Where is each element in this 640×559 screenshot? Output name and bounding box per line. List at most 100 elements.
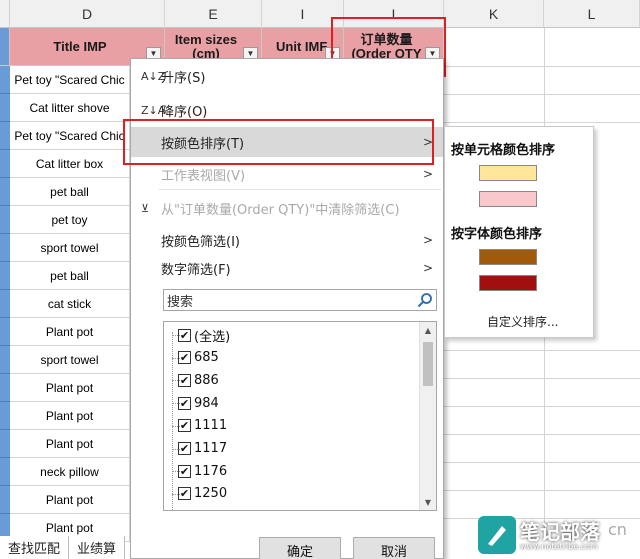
- filter-value-label: 1318: [194, 509, 227, 510]
- sheet-tabs: 查找匹配 业绩算: [0, 536, 126, 559]
- filter-value-item[interactable]: ✔ 1111: [172, 415, 227, 437]
- table-cell[interactable]: Plant pot: [10, 318, 130, 346]
- row-header[interactable]: [0, 430, 10, 458]
- tree-tick: [172, 357, 180, 359]
- watermark-url: www.notetribe.com: [520, 542, 598, 551]
- column-header-k[interactable]: K: [444, 0, 544, 28]
- row-header[interactable]: [0, 94, 10, 122]
- tree-line: [172, 332, 173, 510]
- table-cell[interactable]: neck pillow: [10, 458, 130, 486]
- table-cell[interactable]: Cat litter box: [10, 150, 130, 178]
- row-header[interactable]: [0, 122, 10, 150]
- tree-tick: [172, 403, 180, 405]
- menu-sheet-view-label: 工作表视图(V): [161, 168, 246, 184]
- row-header[interactable]: [0, 486, 10, 514]
- grid-line: [444, 66, 640, 67]
- row-header[interactable]: [0, 150, 10, 178]
- filter-value-item[interactable]: ✔ 685: [172, 347, 219, 369]
- submenu-cell-color-heading: 按单元格颜色排序: [451, 143, 556, 158]
- sort-by-color-submenu: 按单元格颜色排序 按字体颜色排序 自定义排序...: [444, 126, 594, 338]
- scroll-up-icon[interactable]: ▲: [420, 322, 436, 338]
- checkbox-checked-icon[interactable]: ✔: [178, 510, 191, 511]
- grid-line: [444, 406, 640, 407]
- table-cell[interactable]: Pet toy "Scared Chic: [10, 66, 130, 94]
- list-scrollbar[interactable]: ▲ ▼: [419, 322, 436, 510]
- column-header-c[interactable]: [0, 0, 10, 28]
- sheet-tab[interactable]: 查找匹配: [0, 536, 70, 559]
- table-cell[interactable]: Cat litter shove: [10, 94, 130, 122]
- filter-value-label: 685: [194, 350, 219, 366]
- menu-sort-ascending-label: 升序(S): [161, 70, 206, 86]
- menu-number-filter[interactable]: 数字筛选(F) >: [131, 253, 443, 283]
- search-placeholder: 搜索: [167, 294, 194, 310]
- chevron-right-icon: >: [422, 233, 433, 247]
- filter-value-item[interactable]: ✔ 886: [172, 369, 219, 391]
- table-cell[interactable]: cat stick: [10, 290, 130, 318]
- menu-sort-descending-label: 降序(O): [161, 104, 208, 120]
- table-cell[interactable]: Plant pot: [10, 430, 130, 458]
- header-item-sizes-line1: Item sizes: [174, 31, 238, 47]
- row-header[interactable]: [0, 178, 10, 206]
- custom-sort-item[interactable]: 自定义排序...: [487, 313, 558, 330]
- filter-value-label: 1117: [194, 441, 228, 456]
- table-cell[interactable]: pet toy: [10, 206, 130, 234]
- menu-filter-by-color-label: 按颜色筛选(I): [161, 234, 240, 250]
- table-cell[interactable]: Pet toy "Scared Chic: [10, 122, 130, 150]
- row-header[interactable]: [0, 318, 10, 346]
- cell-color-swatch-yellow[interactable]: [479, 165, 537, 181]
- row-header[interactable]: [0, 458, 10, 486]
- row-header[interactable]: [0, 346, 10, 374]
- search-input[interactable]: 搜索: [163, 289, 437, 311]
- filter-value-label: 886: [194, 372, 219, 388]
- table-cell[interactable]: Plant pot: [10, 486, 130, 514]
- grid-line: [444, 378, 640, 379]
- column-header-l[interactable]: L: [544, 0, 640, 28]
- font-color-swatch-brown[interactable]: [479, 249, 537, 265]
- scroll-down-icon[interactable]: ▼: [420, 494, 436, 510]
- filter-value-item[interactable]: ✔ 1176: [172, 460, 227, 482]
- row-header[interactable]: [0, 234, 10, 262]
- filter-value-label: (全选): [194, 329, 231, 345]
- menu-filter-by-color[interactable]: 按颜色筛选(I) >: [131, 225, 443, 255]
- tree-tick: [172, 425, 180, 427]
- table-cell[interactable]: pet ball: [10, 262, 130, 290]
- menu-sort-ascending[interactable]: A↓Z 升序(S): [131, 61, 443, 91]
- row-header[interactable]: [0, 374, 10, 402]
- row-header[interactable]: [0, 66, 10, 94]
- scrollbar-thumb[interactable]: [423, 342, 433, 386]
- menu-clear-filter[interactable]: ⊻ 从"订单数量(Order QTY)"中清除筛选(C): [131, 193, 443, 223]
- filter-value-item[interactable]: ✔ 1250: [172, 483, 227, 505]
- table-cell[interactable]: Plant pot: [10, 402, 130, 430]
- font-color-swatch-red[interactable]: [479, 275, 537, 291]
- sheet-tab[interactable]: 业绩算: [69, 536, 126, 559]
- grid-line: [444, 462, 640, 463]
- cell-color-swatch-pink[interactable]: [479, 191, 537, 207]
- tree-tick: [172, 380, 180, 382]
- grid-line: [444, 122, 640, 123]
- row-header[interactable]: [0, 290, 10, 318]
- filter-value-item[interactable]: ✔1318: [178, 506, 227, 511]
- chevron-right-icon: >: [422, 261, 433, 275]
- table-cell[interactable]: sport towel: [10, 346, 130, 374]
- column-header-d[interactable]: D: [10, 0, 165, 28]
- menu-clear-filter-label: 从"订单数量(Order QTY)"中清除筛选(C): [161, 202, 400, 218]
- row-header[interactable]: [0, 206, 10, 234]
- cancel-button[interactable]: 取消: [353, 537, 435, 559]
- grid-line: [444, 490, 640, 491]
- filter-value-item[interactable]: ✔ 984: [172, 392, 219, 414]
- sort-ascending-icon: A↓Z: [141, 69, 166, 83]
- grid-line: [444, 434, 640, 435]
- highlight-sort-by-color: [123, 119, 434, 165]
- menu-number-filter-label: 数字筛选(F): [161, 262, 231, 278]
- table-cell[interactable]: sport towel: [10, 234, 130, 262]
- row-header[interactable]: [0, 402, 10, 430]
- grid-line: [444, 94, 640, 95]
- row-header[interactable]: [0, 262, 10, 290]
- column-header-e[interactable]: E: [165, 0, 262, 28]
- table-cell[interactable]: Plant pot: [10, 374, 130, 402]
- grid-line: [444, 350, 640, 351]
- filter-value-item[interactable]: ✔ (全选): [172, 324, 231, 346]
- table-cell[interactable]: pet ball: [10, 178, 130, 206]
- ok-button[interactable]: 确定: [259, 537, 341, 559]
- filter-value-item[interactable]: ✔ 1117: [172, 438, 228, 460]
